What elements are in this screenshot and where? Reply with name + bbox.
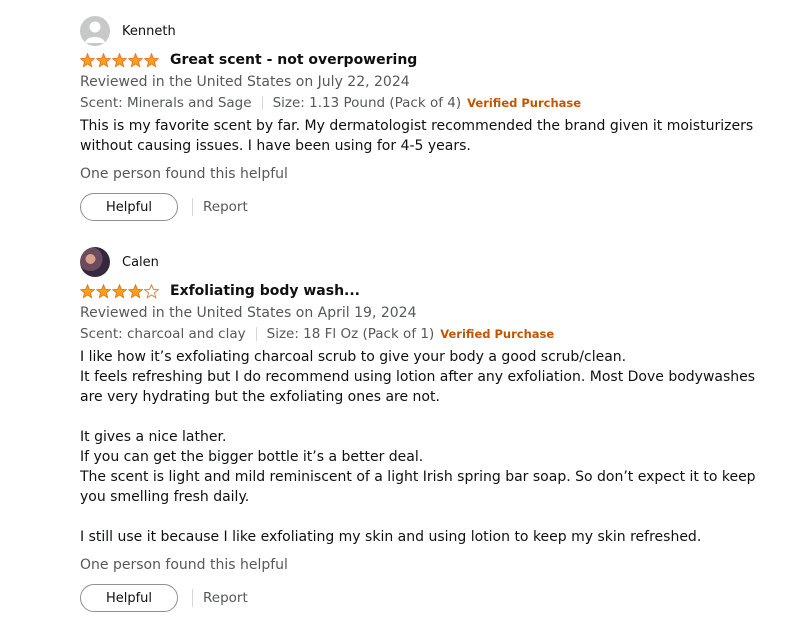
generic-user-avatar-icon	[80, 16, 110, 46]
review-paragraph: I like how it’s exfoliating charcoal scr…	[80, 349, 627, 365]
review-actions: Helpful Report	[80, 193, 248, 221]
review-date: Reviewed in the United States on April 1…	[80, 305, 417, 321]
divider	[192, 589, 193, 607]
star-filled-icon	[144, 52, 159, 68]
review-title[interactable]: Great scent - not overpowering	[170, 52, 417, 68]
reviewer-name: Kenneth	[122, 23, 176, 39]
star-filled-icon	[128, 52, 143, 68]
review-body: I like how it’s exfoliating charcoal scr…	[80, 347, 760, 547]
star-filled-icon	[96, 52, 111, 68]
size-attribute[interactable]: Size: 18 Fl Oz (Pack of 1)	[267, 326, 435, 342]
helpful-count: One person found this helpful	[80, 557, 288, 573]
review-paragraph: I still use it because I like exfoliatin…	[80, 529, 702, 545]
review-title-row[interactable]: Exfoliating body wash...	[80, 283, 360, 299]
reviewer-profile[interactable]: Calen	[80, 247, 159, 277]
divider	[192, 198, 193, 216]
star-rating	[80, 52, 159, 68]
verified-purchase-badge: Verified Purchase	[467, 96, 582, 110]
review-card: Calen Exfoliating body wash... Reviewed …	[80, 247, 780, 617]
star-rating	[80, 283, 159, 299]
review-title[interactable]: Exfoliating body wash...	[170, 283, 360, 299]
review-paragraph: The scent is light and mild reminiscent …	[80, 469, 756, 505]
divider	[255, 327, 257, 341]
star-filled-icon	[96, 283, 111, 299]
scent-attribute[interactable]: Scent: Minerals and Sage	[80, 95, 252, 111]
helpful-button[interactable]: Helpful	[80, 193, 178, 221]
star-filled-icon	[112, 283, 127, 299]
star-filled-icon	[80, 52, 95, 68]
star-filled-icon	[80, 283, 95, 299]
helpful-button[interactable]: Helpful	[80, 584, 178, 612]
size-attribute[interactable]: Size: 1.13 Pound (Pack of 4)	[273, 95, 462, 111]
reviewer-profile[interactable]: Kenneth	[80, 16, 176, 46]
review-title-row[interactable]: Great scent - not overpowering	[80, 52, 417, 68]
helpful-count: One person found this helpful	[80, 166, 288, 182]
review-body: This is my favorite scent by far. My der…	[80, 116, 760, 156]
review-attributes: Scent: charcoal and clay Size: 18 Fl Oz …	[80, 326, 554, 342]
reviewer-name: Calen	[122, 254, 159, 270]
user-photo-avatar-icon	[80, 247, 110, 277]
star-empty-icon	[144, 283, 159, 299]
report-link[interactable]: Report	[203, 590, 248, 606]
review-paragraph: If you can get the bigger bottle it’s a …	[80, 449, 424, 465]
review-paragraph: It gives a nice lather.	[80, 429, 227, 445]
review-actions: Helpful Report	[80, 584, 248, 612]
star-filled-icon	[128, 283, 143, 299]
review-paragraph: This is my favorite scent by far. My der…	[80, 118, 754, 154]
scent-attribute[interactable]: Scent: charcoal and clay	[80, 326, 246, 342]
review-paragraph: It feels refreshing but I do recommend u…	[80, 369, 756, 405]
review-attributes: Scent: Minerals and Sage Size: 1.13 Poun…	[80, 95, 581, 111]
report-link[interactable]: Report	[203, 199, 248, 215]
review-card: Kenneth Great scent - not overpowering R…	[80, 16, 780, 226]
verified-purchase-badge: Verified Purchase	[440, 327, 555, 341]
star-filled-icon	[112, 52, 127, 68]
review-date: Reviewed in the United States on July 22…	[80, 74, 410, 90]
divider	[261, 96, 263, 110]
